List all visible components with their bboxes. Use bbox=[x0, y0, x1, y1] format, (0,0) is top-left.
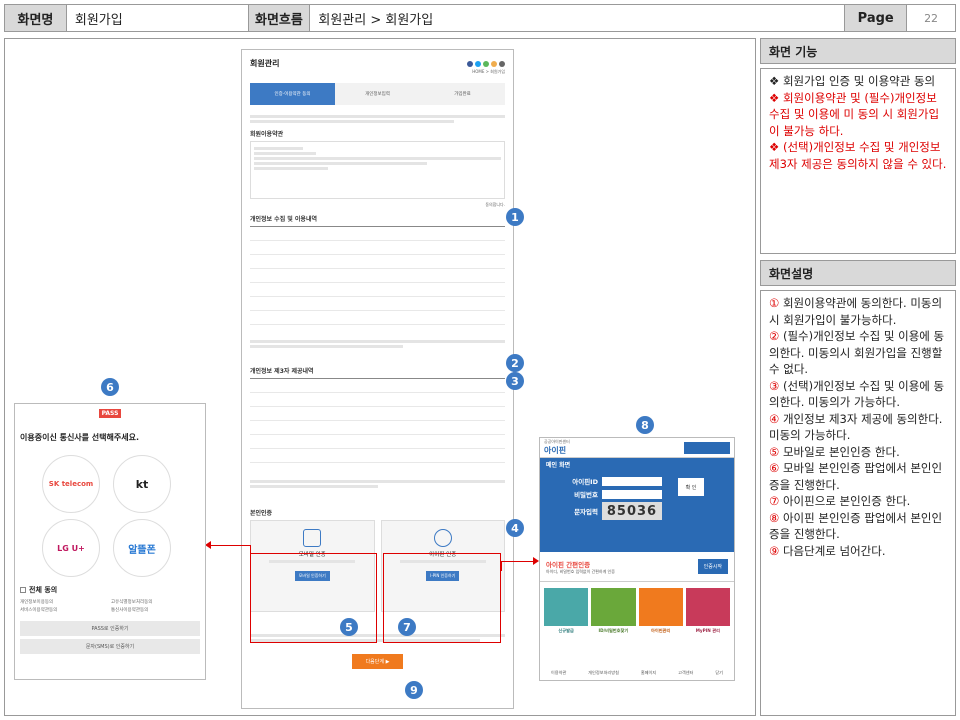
desc-item-6: ⑥ 모바일 본인인증 팝업에서 본인인증을 진행한다. bbox=[769, 461, 943, 492]
ipin-footer: 이용약관 개인정보처리방침 홈페이지 고객센터 닫기 bbox=[550, 670, 724, 675]
function-title: 화면 기능 bbox=[760, 38, 956, 64]
third-agree-rows bbox=[250, 480, 505, 502]
desc-item-1: ① 회원이용약관에 동의한다. 미동의시 회원가입이 불가능하다. bbox=[769, 296, 943, 327]
connector-left-v bbox=[250, 545, 251, 553]
next-button[interactable]: 다음단계 ▶ bbox=[351, 654, 404, 669]
tile-mypin-icon[interactable] bbox=[685, 588, 730, 626]
check-2[interactable]: 고유식별정보처리동의 bbox=[111, 599, 200, 605]
check-4[interactable]: 통신사이용약관동의 bbox=[111, 607, 200, 613]
pass-logo: PASS bbox=[98, 409, 122, 418]
terms-heading: 회원이용약관 bbox=[250, 131, 284, 138]
function-body: ❖ 회원가입 인증 및 이용약관 동의 ❖ 회원이용약관 및 (필수)개인정보 … bbox=[760, 68, 956, 254]
ipin-login-button[interactable]: 확 인 bbox=[678, 478, 704, 496]
doc-header: 화면명 회원가입 화면흐름 회원관리 > 회원가입 Page 22 bbox=[4, 4, 956, 32]
third-heading: 개인정보 제3자 제공내역 bbox=[250, 368, 314, 375]
captcha-image: 85036 bbox=[602, 502, 662, 520]
function-item-2: ❖ 회원이용약관 및 (필수)개인정보 수집 및 이용에 미 동의 시 회원가입… bbox=[769, 90, 940, 138]
check-1[interactable]: 개인정보이용동의 bbox=[20, 599, 109, 605]
marker-8: 8 bbox=[636, 416, 654, 434]
page-label: Page bbox=[845, 5, 908, 31]
simple-start-button[interactable]: 인증시작 bbox=[697, 559, 728, 574]
ipin-simple: 아이핀 간편인증 아이디, 비밀번호 입력없이 간편하게 인증 인증시작 bbox=[540, 552, 734, 582]
desc-item-8: ⑧ 아이핀 본인인증 팝업에서 본인인증을 진행한다. bbox=[769, 510, 943, 542]
ipin-popup: 공공아이핀센터 아이핀 메인 화면 아이핀ID 비밀번호 문자입력 85036 확… bbox=[539, 437, 735, 681]
carrier-kt[interactable]: kt bbox=[113, 455, 171, 513]
marker-7: 7 bbox=[398, 618, 416, 636]
terms-agree[interactable]: 동의합니다. bbox=[485, 202, 505, 208]
ipin-header: 공공아이핀센터 아이핀 bbox=[540, 438, 734, 458]
ipin-id-input[interactable] bbox=[602, 476, 662, 486]
desc-item-4: ④ 개인정보 제3자 제공에 동의한다. 미동의 가능하다. bbox=[769, 411, 943, 443]
pass-title: 이용중이신 통신사를 선택해주세요. bbox=[20, 433, 140, 442]
marker-3: 3 bbox=[506, 372, 524, 390]
step-3: 가입완료 bbox=[420, 83, 505, 105]
desc-body: ① 회원이용약관에 동의한다. 미동의시 회원가입이 불가능하다. ② (필수)… bbox=[760, 290, 956, 716]
pass-popup: PASS 이용중이신 통신사를 선택해주세요. SK telecom kt LG… bbox=[14, 403, 206, 680]
marker-6: 6 bbox=[101, 378, 119, 396]
auth-heading: 본인인증 bbox=[250, 510, 273, 517]
tile-new-icon[interactable] bbox=[544, 588, 589, 626]
marker-2: 2 bbox=[506, 354, 524, 372]
step-1: 인증·이용약관 동의 bbox=[250, 83, 335, 105]
screen-name: 회원가입 bbox=[67, 5, 249, 31]
mobile-highlight bbox=[250, 553, 377, 643]
page-title: 회원관리 bbox=[250, 59, 280, 68]
ipin-logo: 아이핀 bbox=[544, 446, 567, 455]
agree-checks: 개인정보이용동의 고유식별정보처리동의 서비스이용약관동의 통신사이용약관동의 bbox=[20, 599, 200, 613]
function-item-1: ❖ 회원가입 인증 및 이용약관 동의 bbox=[769, 74, 936, 88]
connector-right-h bbox=[501, 561, 533, 562]
step-bar: 인증·이용약관 동의 개인정보입력 가입완료 bbox=[250, 83, 505, 105]
marker-5: 5 bbox=[340, 618, 358, 636]
privacy-table bbox=[250, 226, 505, 336]
desc-title: 화면설명 bbox=[760, 260, 956, 286]
desc-item-9: ⑨ 다음단계로 넘어간다. bbox=[769, 543, 886, 558]
all-agree[interactable]: 전체 동의 bbox=[20, 585, 200, 595]
screen-label: 화면명 bbox=[5, 5, 67, 31]
connector-left-h bbox=[210, 545, 250, 546]
share-icons bbox=[467, 60, 505, 67]
desc-item-7: ⑦ 아이핀으로 본인인증 한다. bbox=[769, 494, 911, 508]
terms-box bbox=[250, 141, 505, 199]
ipin-icon bbox=[433, 529, 452, 547]
desc-item-2: ② (필수)개인정보 수집 및 이용에 동의한다. 미동의시 회원가입을 진행할… bbox=[769, 329, 945, 376]
privacy-agree-rows bbox=[250, 340, 505, 360]
desc-item-3: ③ (선택)개인정보 수집 및 이용에 동의한다. 미동의가 가능하다. bbox=[769, 378, 945, 410]
connector-right-v bbox=[501, 561, 502, 571]
step-2: 개인정보입력 bbox=[335, 83, 420, 105]
function-item-3: ❖ (선택)개인정보 수집 및 개인정보 제3자 제공은 동의하지 않을 수 있… bbox=[769, 140, 947, 171]
pass-auth-button[interactable]: PASS로 인증하기 bbox=[20, 621, 200, 636]
page-number: 22 bbox=[924, 11, 939, 25]
sms-auth-button[interactable]: 문자(SMS)로 인증하기 bbox=[20, 639, 200, 654]
mobile-icon bbox=[303, 529, 322, 547]
ipin-login-box: 아이핀ID 비밀번호 문자입력 85036 확 인 bbox=[540, 470, 734, 552]
privacy-heading: 개인정보 수집 및 이용내역 bbox=[250, 216, 317, 223]
breadcrumb: HOME > 회원가입 bbox=[472, 69, 505, 74]
tile-find-icon[interactable] bbox=[591, 588, 636, 626]
tile-manage-icon[interactable] bbox=[638, 588, 683, 626]
carrier-mvno[interactable]: 알뜰폰 bbox=[113, 519, 171, 577]
flow-label: 화면흐름 bbox=[248, 5, 311, 31]
check-3[interactable]: 서비스이용약관동의 bbox=[20, 607, 109, 613]
marker-4: 4 bbox=[506, 519, 524, 537]
ipin-tile-labels: 신규발급 ID/비밀번호찾기 아이핀관리 MyPIN 관리 bbox=[558, 628, 720, 633]
carrier-grid: SK telecom kt LG U+ 알뜰폰 bbox=[42, 455, 178, 577]
ipin-pw-input[interactable] bbox=[602, 489, 662, 499]
desc-item-5: ⑤ 모바일로 본인인증 한다. bbox=[769, 444, 900, 459]
ipin-tiles bbox=[540, 582, 734, 628]
carrier-lgu[interactable]: LG U+ bbox=[42, 519, 100, 577]
ipin-section: 메인 화면 bbox=[540, 458, 734, 470]
flow-value: 회원관리 > 회원가입 bbox=[310, 5, 846, 31]
carrier-skt[interactable]: SK telecom bbox=[42, 455, 100, 513]
checkbox-icon bbox=[20, 587, 26, 593]
third-table bbox=[250, 378, 505, 476]
marker-1: 1 bbox=[506, 208, 524, 226]
marker-9: 9 bbox=[405, 681, 423, 699]
